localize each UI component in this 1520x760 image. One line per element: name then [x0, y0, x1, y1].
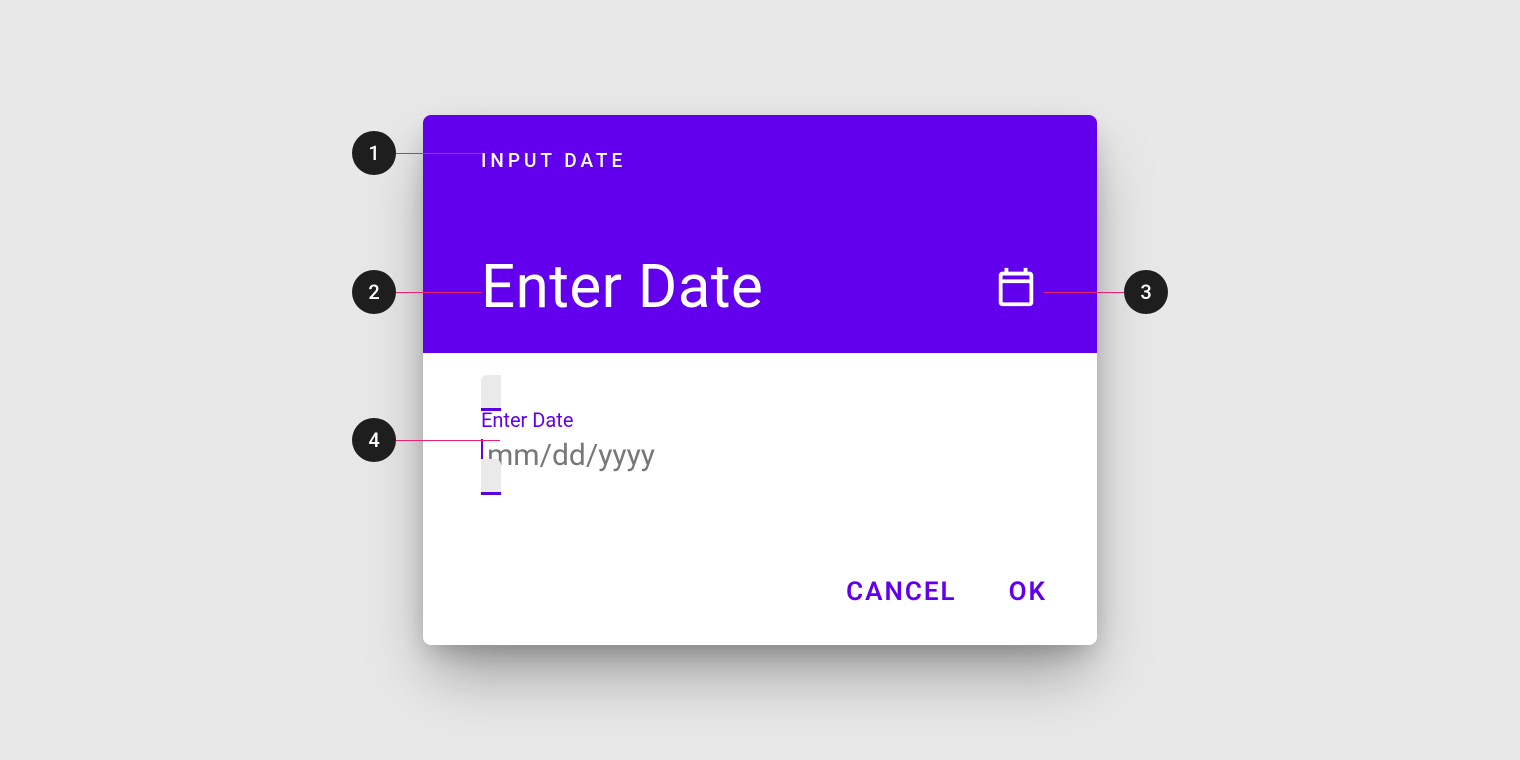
date-textfield[interactable]: Enter Date [481, 375, 1039, 495]
annotation-badge-4: 4 [352, 418, 396, 462]
dialog-actions: CANCEL OK [846, 577, 1047, 607]
textfield-label: Enter Date [481, 408, 1039, 432]
annotation-leader-2 [396, 292, 482, 293]
dialog-headline: Enter Date [481, 257, 763, 317]
annotation-badge-3: 3 [1124, 270, 1168, 314]
ok-button[interactable]: OK [1009, 577, 1047, 607]
switch-to-calendar-button[interactable] [993, 264, 1039, 310]
cancel-button[interactable]: CANCEL [846, 577, 956, 607]
dialog-header: INPUT DATE Enter Date [423, 115, 1097, 353]
annotation-leader-3 [1044, 292, 1124, 293]
annotation-leader-1 [396, 153, 482, 154]
calendar-icon [993, 264, 1039, 310]
dialog-body: Enter Date [423, 353, 1097, 492]
dialog-title-row: Enter Date [481, 257, 1039, 317]
annotation-badge-2: 2 [352, 270, 396, 314]
dialog-overline: INPUT DATE [481, 149, 1039, 172]
annotation-leader-4 [396, 440, 500, 441]
text-caret [481, 439, 483, 473]
date-input[interactable] [487, 438, 1039, 473]
textfield-value-row [481, 438, 1039, 473]
date-input-dialog: INPUT DATE Enter Date Enter Date CANCEL … [423, 115, 1097, 645]
annotation-badge-1: 1 [352, 131, 396, 175]
